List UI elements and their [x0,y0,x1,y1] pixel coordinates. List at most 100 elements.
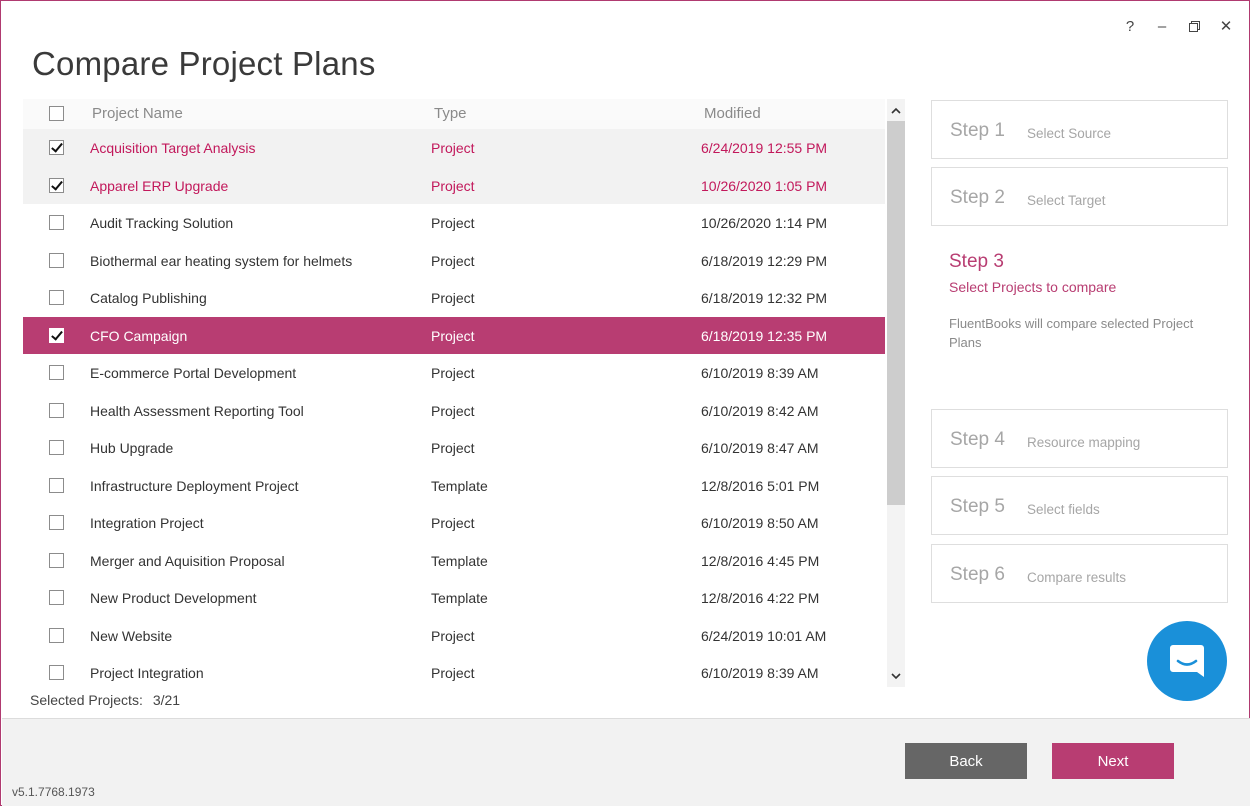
type-cell: Project [431,665,475,681]
project-name-cell: New Website [90,627,173,644]
select-all-checkbox[interactable] [49,106,64,121]
table-row[interactable]: Merger and Aquisition Proposal Template 12… [23,542,885,580]
row-checkbox[interactable] [49,627,64,643]
row-checkbox[interactable] [49,477,64,493]
scroll-thumb[interactable] [887,121,905,505]
row-checkbox[interactable] [49,290,64,305]
type-cell: Project [431,140,475,156]
row-checkbox[interactable] [49,365,64,380]
column-header-type[interactable]: Type [434,105,467,122]
modified-cell: 6/18/2019 12:35 PM [701,327,828,344]
table-row[interactable]: Hub Upgrade Project 6/10/2019 8:47 AM [23,429,885,467]
table-row[interactable]: Biothermal ear heating system for helmet… [23,242,885,280]
table-row[interactable]: CFO Campaign Project 6/18/2019 12:35 PM [23,316,885,354]
step-number: Step 5 [950,496,1005,517]
vertical-scrollbar[interactable] [887,99,905,687]
modified-cell: 12/8/2016 4:45 PM [701,552,820,569]
step-label: Select Projects to compare [949,279,1117,295]
selected-projects-label: Selected Projects: [30,692,143,708]
restore-window-icon [1188,20,1200,32]
type-cell: Project [431,440,475,456]
step-3-current: Step 3 Select Projects to compare Fluent… [931,241,1228,401]
type-cell: Project [431,327,475,344]
step-description: FluentBooks will compare selected Projec… [949,316,1194,350]
type-cell: Project [431,402,475,419]
project-name-cell: Merger and Aquisition Proposal [90,552,285,569]
row-checkbox[interactable] [49,440,64,455]
table-row[interactable]: Acquisition Target Analysis Project 6/24/2… [23,129,885,167]
column-header-modified[interactable]: Modified [704,105,761,122]
row-checkbox[interactable] [49,552,64,568]
row-checkbox[interactable] [49,590,64,605]
row-checkbox[interactable] [49,252,64,268]
back-button[interactable]: Back [905,743,1027,779]
modified-cell: 6/18/2019 12:32 PM [701,290,828,306]
table-header: Project Name Type Modified [23,99,885,129]
step-label: Resource mapping [1027,435,1141,450]
table-row[interactable]: Audit Tracking Solution Project 10/26/2020… [23,204,885,242]
projects-table: Project Name Type Modified Acquisition T… [23,99,885,687]
row-checkbox[interactable] [49,215,64,230]
project-name-cell: Integration Project [90,515,204,531]
table-row[interactable]: Integration Project Project 6/10/2019 8:50… [23,504,885,542]
table-row[interactable]: Apparel ERP Upgrade Project 10/26/2020 1:0… [23,166,885,204]
type-cell: Project [431,252,475,269]
step-label: Select Source [1027,126,1112,141]
modified-cell: 10/26/2020 1:05 PM [701,177,828,194]
close-button[interactable]: ✕ [1217,15,1235,37]
project-name-cell: Catalog Publishing [90,290,207,306]
column-header-name[interactable]: Project Name [92,105,183,122]
project-name-cell: CFO Campaign [90,327,188,344]
modified-cell: 6/10/2019 8:39 AM [701,365,819,381]
project-name-cell: New Product Development [90,590,257,606]
step-number: Step 3 [949,251,1004,272]
row-checkbox[interactable] [49,665,64,680]
type-cell: Project [431,627,475,644]
row-checkbox[interactable] [49,327,64,343]
modified-cell: 6/10/2019 8:42 AM [701,402,819,419]
table-row[interactable]: E-commerce Portal Development Project 6/10… [23,354,885,392]
help-button[interactable]: ? [1121,15,1139,37]
type-cell: Template [431,477,488,494]
table-row[interactable]: New Product Development Template 12/8/2016… [23,579,885,617]
type-cell: Project [431,290,475,306]
footer-bar: Back Next v5.1.7768.1973 [2,718,1250,806]
step-6: Step 6 Compare results [931,544,1228,603]
modified-cell: 6/10/2019 8:50 AM [701,515,819,531]
chat-launcher-button[interactable] [1147,621,1227,701]
row-checkbox[interactable] [49,177,64,193]
scroll-up-button[interactable] [887,101,905,119]
table-row[interactable]: Catalog Publishing Project 6/18/2019 12:32… [23,279,885,317]
modified-cell: 6/10/2019 8:39 AM [701,665,819,681]
project-name-cell: Project Integration [90,665,204,681]
chevron-up-icon [891,107,901,114]
version-label: v5.1.7768.1973 [12,785,95,799]
table-row[interactable]: Project Integration Project 6/10/2019 8:39… [23,654,885,687]
table-row[interactable]: New Website Project 6/24/2019 10:01 AM [23,617,885,655]
next-button[interactable]: Next [1052,743,1174,779]
scroll-down-button[interactable] [887,667,905,685]
type-cell: Template [431,590,488,606]
step-5: Step 5 Select fields [931,476,1228,535]
table-row[interactable]: Health Assessment Reporting Tool Project 6… [23,392,885,430]
step-1: Step 1 Select Source [931,100,1228,159]
page-title: Compare Project Plans [32,45,376,82]
project-name-cell: Hub Upgrade [90,440,174,456]
step-4: Step 4 Resource mapping [931,409,1228,468]
row-checkbox[interactable] [49,402,64,418]
table-row[interactable]: Infrastructure Deployment Project Templat… [23,467,885,505]
step-number: Step 2 [950,187,1005,208]
row-checkbox[interactable] [49,515,64,530]
step-number: Step 1 [950,120,1005,141]
step-number: Step 4 [950,429,1005,450]
step-label: Select fields [1027,502,1100,517]
step-label: Compare results [1027,570,1127,585]
type-cell: Template [431,552,488,569]
project-name-cell: E-commerce Portal Development [90,365,297,381]
window-controls: ? – ✕ [1121,15,1235,37]
row-checkbox[interactable] [49,140,64,155]
selected-projects-status: Selected Projects: 3/21 [30,692,180,708]
restore-button[interactable] [1185,15,1203,37]
minimize-button[interactable]: – [1153,15,1171,37]
project-name-cell: Biothermal ear heating system for helmet… [90,252,353,269]
